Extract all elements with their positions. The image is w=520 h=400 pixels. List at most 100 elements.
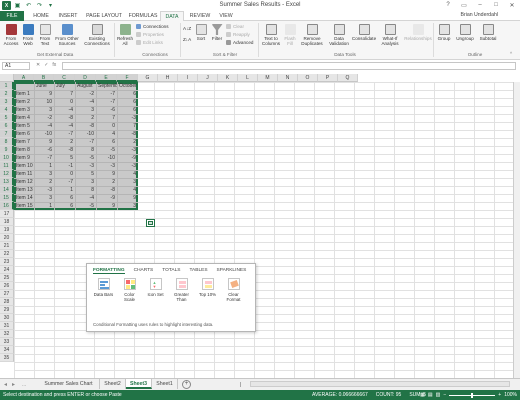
filter-button[interactable]: Filter — [210, 24, 224, 41]
column-header[interactable]: B — [34, 74, 54, 82]
qa-color-scale-button[interactable]: Color Scale — [119, 278, 140, 302]
cell[interactable]: -10 — [96, 154, 117, 162]
advanced-filter-button[interactable]: Advanced — [226, 40, 253, 45]
column-header[interactable]: J — [198, 74, 218, 82]
row-header[interactable]: 8 — [0, 138, 14, 146]
row-header[interactable]: 33 — [0, 338, 14, 346]
cell[interactable]: 4 — [117, 170, 138, 178]
close-icon[interactable]: ✕ — [506, 0, 518, 10]
vertical-scrollbar[interactable] — [513, 82, 520, 378]
qa-tab-formatting[interactable]: FORMATTING — [93, 268, 125, 274]
column-header[interactable]: H — [158, 74, 178, 82]
cell[interactable]: -1 — [54, 162, 75, 170]
cell[interactable]: -7 — [54, 130, 75, 138]
sheet-tab-sheet3[interactable]: Sheet3 — [126, 379, 152, 389]
quick-analysis-icon[interactable] — [146, 219, 155, 227]
row-header[interactable]: 21 — [0, 242, 14, 250]
tab-home[interactable]: HOME — [30, 11, 52, 21]
cell[interactable]: -4 — [34, 122, 54, 130]
cell[interactable]: 2 — [54, 138, 75, 146]
cell[interactable]: 3 — [34, 106, 54, 114]
row-header[interactable]: 14 — [0, 186, 14, 194]
qa-top10-button[interactable]: Top 10% — [197, 278, 218, 302]
cell[interactable]: -2 — [75, 90, 96, 98]
cell[interactable]: 3 — [34, 194, 54, 202]
row-header[interactable]: 18 — [0, 218, 14, 226]
row-header[interactable]: 26 — [0, 282, 14, 290]
group-button[interactable]: Group — [435, 24, 453, 41]
zoom-level[interactable]: 100% — [504, 390, 517, 400]
qa-clear-format-button[interactable]: Clear Format — [223, 278, 244, 302]
cell[interactable]: -2 — [34, 114, 54, 122]
cell[interactable]: Item 6 — [14, 130, 34, 138]
cell[interactable]: 1 — [54, 186, 75, 194]
cell[interactable]: Item 3 — [14, 106, 34, 114]
cell[interactable]: 4 — [117, 186, 138, 194]
reapply-button[interactable]: Reapply — [226, 32, 250, 37]
cell[interactable]: Item 14 — [14, 194, 34, 202]
from-other-sources-button[interactable]: From Other Sources — [54, 24, 80, 46]
cell[interactable]: 0 — [96, 122, 117, 130]
relationships-button[interactable]: Relationships — [404, 24, 432, 41]
tab-file[interactable]: FILE — [0, 11, 24, 21]
cell[interactable]: Item 12 — [14, 178, 34, 186]
cell[interactable]: -3 — [96, 162, 117, 170]
qa-greater-than-button[interactable]: Greater Than — [171, 278, 192, 302]
cell[interactable]: Item 11 — [14, 170, 34, 178]
cell[interactable]: 5 — [75, 170, 96, 178]
cell[interactable]: -4 — [54, 106, 75, 114]
row-header[interactable]: 27 — [0, 290, 14, 298]
row-header[interactable]: 5 — [0, 114, 14, 122]
row-header[interactable]: 25 — [0, 274, 14, 282]
cell[interactable]: 3 — [75, 178, 96, 186]
sort-button[interactable]: Sort — [194, 24, 208, 41]
cell[interactable]: Item 4 — [14, 114, 34, 122]
cell[interactable]: 7 — [54, 90, 75, 98]
help-icon[interactable]: ? — [442, 0, 454, 10]
column-header[interactable]: E — [96, 74, 117, 82]
ribbon-display-icon[interactable]: ▭ — [458, 0, 470, 10]
cell[interactable]: 6 — [54, 202, 75, 210]
row-header[interactable]: 24 — [0, 266, 14, 274]
cell[interactable]: June — [34, 82, 54, 90]
sheet-tab-summer-sales-chart[interactable]: Summer Sales Chart — [38, 379, 100, 389]
column-header[interactable]: N — [278, 74, 298, 82]
row-header[interactable]: 28 — [0, 298, 14, 306]
name-box[interactable]: A1 — [2, 62, 30, 70]
tab-page-layout[interactable]: PAGE LAYOUT — [84, 11, 124, 21]
row-header[interactable]: 20 — [0, 234, 14, 242]
row-header[interactable]: 15 — [0, 194, 14, 202]
column-header[interactable]: Q — [338, 74, 358, 82]
insert-function-icon[interactable]: fx — [52, 62, 56, 68]
edit-links-button[interactable]: Edit Links — [136, 40, 163, 45]
cell[interactable]: -3 — [34, 186, 54, 194]
ungroup-button[interactable]: Ungroup — [454, 24, 476, 41]
cell[interactable]: Item 13 — [14, 186, 34, 194]
row-header[interactable]: 9 — [0, 146, 14, 154]
column-header[interactable]: L — [238, 74, 258, 82]
cell[interactable]: -5 — [75, 154, 96, 162]
row-header[interactable]: 29 — [0, 306, 14, 314]
column-header[interactable]: M — [258, 74, 278, 82]
cell[interactable]: -7 — [96, 90, 117, 98]
cell[interactable]: 1 — [34, 162, 54, 170]
column-header[interactable]: I — [178, 74, 198, 82]
cell[interactable]: 10 — [34, 98, 54, 106]
horizontal-scrollbar[interactable] — [250, 381, 510, 387]
row-header[interactable]: 31 — [0, 322, 14, 330]
consolidate-button[interactable]: Consolidate — [352, 24, 376, 41]
cell[interactable]: 9 — [117, 194, 138, 202]
row-header[interactable]: 35 — [0, 354, 14, 362]
row-header[interactable]: 23 — [0, 258, 14, 266]
cell[interactable]: 6 — [117, 90, 138, 98]
cell[interactable]: 6 — [117, 106, 138, 114]
cell[interactable]: 9 — [96, 170, 117, 178]
cell[interactable]: -8 — [96, 186, 117, 194]
cell[interactable]: Item 8 — [14, 146, 34, 154]
collapse-ribbon-icon[interactable]: ^ — [510, 51, 512, 56]
user-name[interactable]: Brian Underdahl — [461, 12, 499, 18]
cell[interactable]: 7 — [96, 114, 117, 122]
connections-button[interactable]: Connections — [136, 24, 169, 29]
cell[interactable]: Item 10 — [14, 162, 34, 170]
cell[interactable]: 4 — [96, 130, 117, 138]
